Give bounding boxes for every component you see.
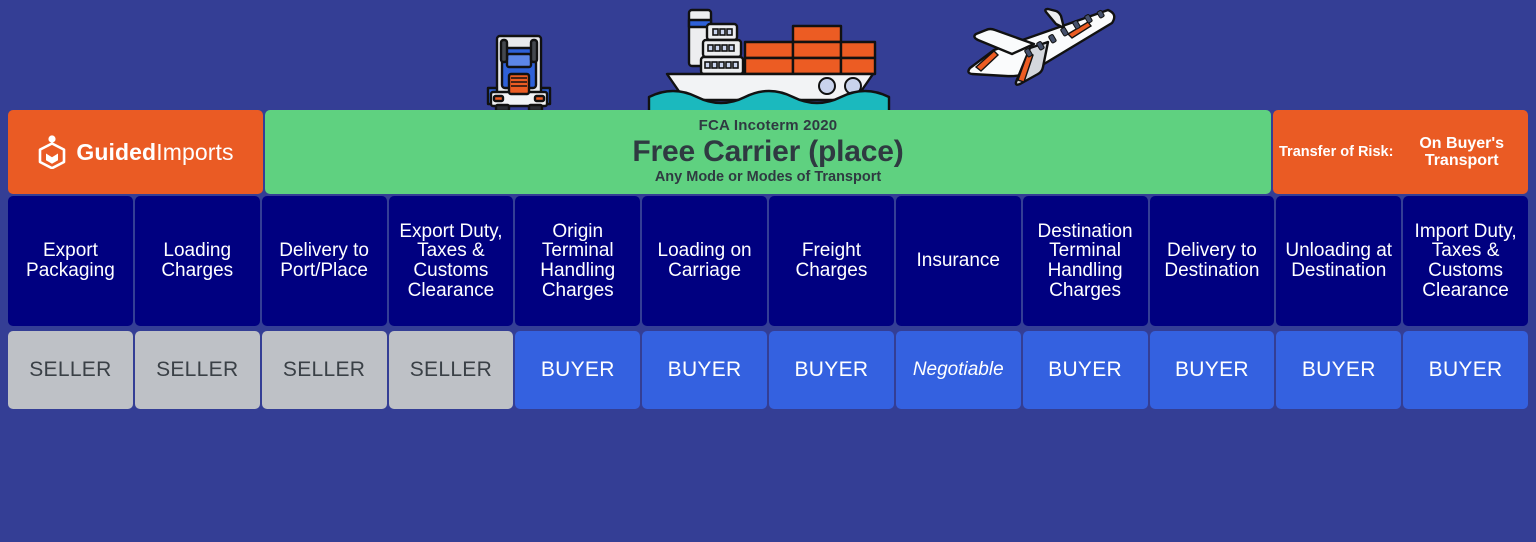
cost-category-header: Delivery to Port/Place bbox=[261, 196, 387, 326]
cost-category-header: Loading Charges bbox=[134, 196, 260, 326]
responsible-party-cell: BUYER bbox=[515, 331, 641, 409]
cost-category-header: Unloading at Destination bbox=[1276, 196, 1402, 326]
responsible-party-cell: SELLER bbox=[8, 331, 133, 409]
responsible-party-cell: SELLER bbox=[388, 331, 514, 409]
responsible-party-cell: BUYER bbox=[1276, 331, 1402, 409]
truck-icon bbox=[483, 32, 555, 117]
cost-category-header: Delivery to Destination bbox=[1149, 196, 1275, 326]
brand-name: GuidedImports bbox=[76, 139, 233, 166]
responsible-party-cell: BUYER bbox=[1022, 331, 1148, 409]
cost-category-header: Export Packaging bbox=[8, 196, 133, 326]
incoterm-title: Free Carrier (place) bbox=[632, 135, 904, 169]
responsible-party-cell: BUYER bbox=[642, 331, 767, 409]
cost-category-header: Export Duty, Taxes & Customs Clearance bbox=[388, 196, 514, 326]
transport-icon-strip bbox=[0, 0, 1536, 114]
responsible-party-row: SELLER SELLER SELLER SELLER BUYER BUYER BUYER N… bbox=[8, 331, 1528, 409]
brand-name-bold: Guided bbox=[76, 138, 157, 165]
responsible-party-cell: BUYER bbox=[1403, 331, 1528, 409]
airplane-icon bbox=[960, 4, 1120, 93]
incoterm-eyebrow: FCA Incoterm 2020 bbox=[698, 116, 838, 134]
cost-category-header-row: Export Packaging Loading Charges Delivery … bbox=[8, 196, 1528, 326]
infographic-page: GuidedImports FCA Incoterm 2020 Free Car… bbox=[0, 0, 1536, 542]
cost-category-header: Insurance bbox=[895, 196, 1021, 326]
guided-imports-hexagon-logo-icon bbox=[37, 135, 67, 169]
responsible-party-cell: SELLER bbox=[134, 331, 260, 409]
cost-category-header: Origin Terminal Handling Charges bbox=[515, 196, 641, 326]
transfer-of-risk-label: Transfer of Risk: bbox=[1279, 144, 1394, 160]
banner-row: GuidedImports FCA Incoterm 2020 Free Car… bbox=[8, 110, 1528, 194]
transfer-of-risk-value: On Buyer's Transport bbox=[1419, 134, 1505, 169]
responsible-party-cell: SELLER bbox=[261, 331, 387, 409]
incoterm-title-panel: FCA Incoterm 2020 Free Carrier (place) A… bbox=[265, 110, 1271, 194]
brand-panel: GuidedImports bbox=[8, 110, 263, 194]
cost-category-header: Import Duty, Taxes & Customs Clearance bbox=[1403, 196, 1528, 326]
incoterm-subtitle: Any Mode or Modes of Transport bbox=[654, 169, 882, 186]
responsible-party-cell: BUYER bbox=[1149, 331, 1275, 409]
transfer-of-risk-panel: Transfer of Risk: On Buyer's Transport bbox=[1273, 110, 1528, 194]
cost-category-header: Loading on Carriage bbox=[642, 196, 767, 326]
container-ship-icon bbox=[645, 2, 895, 117]
cost-category-header: Destination Terminal Handling Charges bbox=[1022, 196, 1148, 326]
responsible-party-cell: BUYER bbox=[769, 331, 894, 409]
brand-name-light: Imports bbox=[156, 138, 234, 165]
responsible-party-cell: Negotiable bbox=[895, 331, 1021, 409]
cost-category-header: Freight Charges bbox=[769, 196, 894, 326]
